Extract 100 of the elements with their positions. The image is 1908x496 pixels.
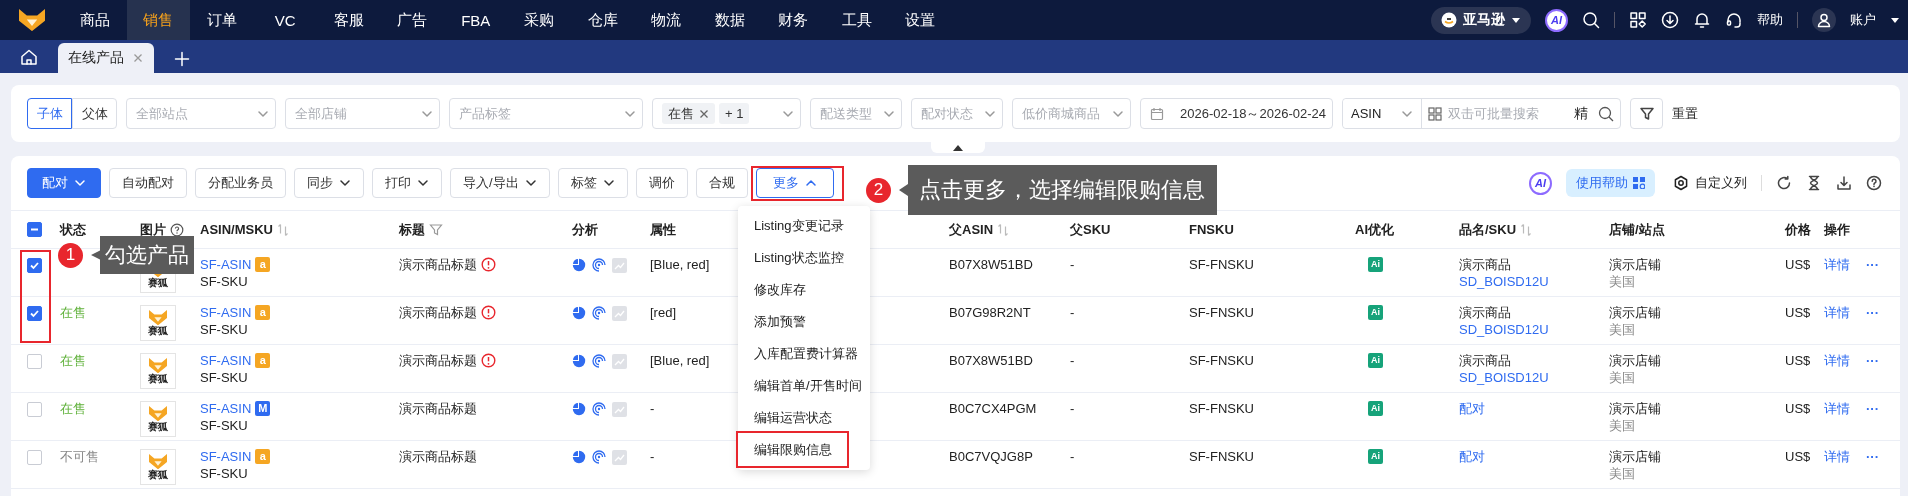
more-actions-button[interactable]: ··· (1866, 352, 1879, 369)
fnsku-text: SF-FNSKU (1189, 449, 1254, 464)
help-link[interactable]: 帮助 (1757, 11, 1783, 29)
attribute-text: [red] (650, 305, 676, 320)
nav-menu-item[interactable]: 商品 (63, 0, 127, 40)
nav-menu-item[interactable]: 工具 (825, 0, 889, 40)
details-link[interactable]: 详情 (1824, 304, 1850, 321)
thumbnail-caption: 赛狐 (148, 421, 168, 433)
site-name: 美国 (1609, 465, 1636, 482)
ai-button[interactable]: AI (1545, 8, 1568, 32)
column-header: 状态 (60, 220, 86, 239)
more-actions-button[interactable]: ··· (1866, 256, 1879, 273)
more-actions-button[interactable]: ··· (1866, 400, 1879, 417)
match-link[interactable]: 配对 (1459, 401, 1485, 416)
asin-link[interactable]: SF-ASIN (200, 304, 252, 321)
attribute-text: [Blue, red] (650, 257, 710, 272)
nav-menu-item[interactable]: 客服 (317, 0, 381, 40)
menu-item[interactable]: Listing变更记录 (738, 210, 870, 242)
nav-menu-item[interactable]: 销售 (126, 0, 190, 40)
segment-button[interactable]: 子体 (27, 98, 72, 129)
nav-menu-item[interactable]: 采购 (507, 0, 571, 40)
details-link[interactable]: 详情 (1824, 352, 1850, 369)
help-button[interactable]: 使用帮助 (1566, 169, 1655, 197)
toolbar-button[interactable]: 打印 (372, 168, 442, 198)
column-header: 父ASIN (949, 220, 994, 239)
precise-toggle[interactable]: 精 (1570, 104, 1592, 123)
asin-link[interactable]: SF-ASIN (200, 352, 252, 369)
nav-menu-item[interactable]: FBA (444, 0, 508, 40)
column-header: 图片 (140, 220, 166, 239)
status-text: 不可售 (60, 449, 99, 464)
parent-asin-text: B07X8W51BD (949, 257, 1033, 272)
nav-menu-item[interactable]: 设置 (888, 0, 952, 40)
details-link[interactable]: 详情 (1824, 400, 1850, 417)
title-text: 演示商品标题 (399, 256, 477, 273)
nav-menu-item[interactable]: 仓库 (571, 0, 635, 40)
reset-button[interactable]: 重置 (1672, 104, 1698, 123)
account-menu[interactable]: 账户 (1850, 11, 1876, 29)
toolbar-button[interactable]: 合规 (695, 168, 748, 198)
toolbar-button[interactable]: 分配业务员 (195, 168, 286, 198)
toolbar-button[interactable]: 调价 (635, 168, 688, 198)
column-header: AI优化 (1355, 220, 1394, 239)
nav-menu-item[interactable]: 财务 (761, 0, 825, 40)
toolbar-button[interactable]: 导入/导出 (450, 168, 550, 198)
title-text: 演示商品标题 (399, 400, 477, 417)
fnsku-text: SF-FNSKU (1189, 353, 1254, 368)
product-name: 演示商品 (1459, 352, 1512, 369)
price-text: US$ (1785, 353, 1811, 368)
column-header: 分析 (572, 220, 598, 239)
sku-text: SF-SKU (200, 273, 249, 290)
sku-link[interactable]: SD_BOISD12U (1459, 321, 1599, 338)
sku-link[interactable]: SD_BOISD12U (1459, 273, 1599, 290)
menu-item[interactable]: 添加预警 (738, 306, 870, 338)
sku-link[interactable]: SD_BOISD12U (1459, 369, 1599, 386)
thumbnail-caption: 赛狐 (148, 373, 168, 385)
ai-button[interactable]: AI (1529, 171, 1552, 195)
menu-item[interactable]: 编辑限购信息 (738, 434, 870, 466)
price-text: US$ (1785, 449, 1811, 464)
column-header: FNSKU (1189, 222, 1234, 237)
title-text: 演示商品标题 (399, 352, 477, 369)
toolbar-button[interactable]: 配对 (27, 168, 101, 198)
details-link[interactable]: 详情 (1824, 448, 1850, 465)
menu-item[interactable]: 入库配置费计算器 (738, 338, 870, 370)
toolbar-button[interactable]: 更多 (755, 168, 834, 198)
nav-menu-item[interactable]: 物流 (634, 0, 698, 40)
details-link[interactable]: 详情 (1824, 256, 1850, 273)
toolbar-button[interactable]: 同步 (294, 168, 364, 198)
parent-sku-text: - (1070, 449, 1075, 464)
segment-button[interactable]: 父体 (72, 98, 117, 129)
menu-item[interactable]: 修改库存 (738, 274, 870, 306)
status-text: 在售 (60, 305, 86, 320)
menu-item[interactable]: 编辑首单/开售时间 (738, 370, 870, 402)
search-type-select[interactable]: ASIN (1343, 99, 1422, 128)
match-link[interactable]: 配对 (1459, 449, 1485, 464)
store-name: 演示店铺 (1609, 352, 1662, 369)
more-actions-button[interactable]: ··· (1866, 448, 1879, 465)
toolbar-button[interactable]: 自动配对 (109, 168, 187, 198)
dropdown-field[interactable]: 在售 + 1 (652, 98, 801, 129)
nav-menu-item[interactable]: 订单 (190, 0, 254, 40)
marketplace-badge: a (255, 449, 271, 464)
nav-menu-item[interactable]: VC (253, 0, 317, 40)
more-actions-button[interactable]: ··· (1866, 304, 1879, 321)
date-range-field[interactable]: 2026-02-18～2026-02-24 (1140, 98, 1333, 129)
asin-link[interactable]: SF-ASIN (200, 256, 252, 273)
fnsku-text: SF-FNSKU (1189, 257, 1254, 272)
menu-item[interactable]: 编辑运营状态 (738, 402, 870, 434)
custom-columns-button[interactable]: 自定义列 (1673, 174, 1747, 192)
nav-menu-item[interactable]: 数据 (698, 0, 762, 40)
parent-sku-text: - (1070, 257, 1075, 272)
page-tab[interactable]: 在线产品 (58, 43, 154, 73)
marketplace-badge: a (255, 257, 271, 272)
price-text: US$ (1785, 401, 1811, 416)
toolbar-button[interactable]: 标签 (557, 168, 628, 198)
parent-sku-text: - (1070, 305, 1075, 320)
marketplace-switcher[interactable]: 亚马逊 (1431, 6, 1531, 34)
menu-item[interactable]: Listing状态监控 (738, 242, 870, 274)
asin-link[interactable]: SF-ASIN (200, 400, 252, 417)
fnsku-text: SF-FNSKU (1189, 305, 1254, 320)
marketplace-badge: a (255, 305, 271, 320)
nav-menu-item[interactable]: 广告 (380, 0, 444, 40)
asin-link[interactable]: SF-ASIN (200, 448, 252, 465)
